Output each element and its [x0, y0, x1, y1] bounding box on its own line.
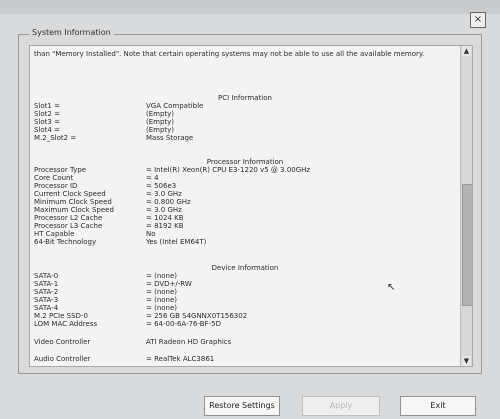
- pci-row: M.2_Slot2 = Mass Storage: [34, 134, 454, 142]
- processor-value: = Intel(R) Xeon(R) CPU E3-1220 v5 @ 3.00…: [146, 166, 311, 174]
- processor-row: 64-Bit Technology Yes (Intel EM64T): [34, 238, 454, 246]
- processor-value: = 3.0 GHz: [146, 206, 182, 214]
- pci-value: (Empty): [146, 118, 175, 126]
- processor-label: Processor L2 Cache: [34, 214, 103, 222]
- pci-row: Slot4 = (Empty): [34, 126, 454, 134]
- processor-value: = 1024 KB: [146, 214, 184, 222]
- panel-title: System Information: [29, 28, 114, 37]
- device-label: Audio Controller: [34, 355, 91, 363]
- device-value: = 64-00-6A-76-BF-5D: [146, 320, 221, 328]
- processor-row: Processor L3 Cache = 8192 KB: [34, 222, 454, 230]
- pci-value: (Empty): [146, 110, 175, 118]
- processor-label: Maximum Clock Speed: [34, 206, 114, 214]
- device-row: M.2 PCIe SSD-0 = 256 GB S4GNNX0T156302: [34, 312, 454, 320]
- memory-note: than "Memory Installed". Note that certa…: [34, 50, 425, 58]
- processor-row: Minimum Clock Speed = 0.800 GHz: [34, 198, 454, 206]
- device-value: = (none): [146, 272, 178, 280]
- pci-value: Mass Storage: [146, 134, 194, 142]
- exit-button[interactable]: Exit: [400, 396, 476, 416]
- processor-value: = 0.800 GHz: [146, 198, 191, 206]
- device-value: = (none): [146, 304, 178, 312]
- device-value: = (none): [146, 296, 178, 304]
- processor-value: = 506e3: [146, 182, 177, 190]
- pci-section-title: PCI Information: [218, 94, 272, 102]
- pci-label: Slot4 =: [34, 126, 60, 134]
- processor-label: Processor ID: [34, 182, 78, 190]
- pci-label: Slot1 =: [34, 102, 60, 110]
- processor-row: Current Clock Speed = 3.0 GHz: [34, 190, 454, 198]
- device-row: SATA-0 = (none): [34, 272, 454, 280]
- pci-label: Slot2 =: [34, 110, 60, 118]
- device-value: = DVD+/-RW: [146, 280, 192, 288]
- device-label: M.2 PCIe SSD-0: [34, 312, 88, 320]
- processor-label: Minimum Clock Speed: [34, 198, 112, 206]
- pci-label: M.2_Slot2 =: [34, 134, 77, 142]
- processor-row: HT Capable No: [34, 230, 454, 238]
- device-label: LOM MAC Address: [34, 320, 98, 328]
- device-row: SATA-3 = (none): [34, 296, 454, 304]
- device-value: ATI Radeon HD Graphics: [146, 338, 232, 346]
- processor-label: HT Capable: [34, 230, 75, 238]
- apply-button[interactable]: Apply: [302, 396, 380, 416]
- close-button[interactable]: ×: [470, 12, 486, 28]
- processor-row: Core Count = 4: [34, 174, 454, 182]
- device-row: Video Controller ATI Radeon HD Graphics: [34, 338, 454, 346]
- pci-row: Slot3 = (Empty): [34, 118, 454, 126]
- pci-value: VGA Compatible: [146, 102, 204, 110]
- processor-label: Processor L3 Cache: [34, 222, 103, 230]
- processor-value: No: [146, 230, 156, 238]
- scroll-up-arrow[interactable]: ▲: [462, 46, 471, 56]
- processor-value: = 4: [146, 174, 159, 182]
- system-information-panel: System Information than "Memory Installe…: [18, 28, 482, 374]
- processor-label: 64-Bit Technology: [34, 238, 97, 246]
- device-label: Video Controller: [34, 338, 91, 346]
- processor-label: Core Count: [34, 174, 74, 182]
- device-row: LOM MAC Address = 64-00-6A-76-BF-5D: [34, 320, 454, 328]
- processor-value: Yes (Intel EM64T): [146, 238, 207, 246]
- scrollbar-thumb[interactable]: [462, 184, 472, 306]
- processor-value: = 3.0 GHz: [146, 190, 182, 198]
- processor-label: Processor Type: [34, 166, 87, 174]
- processor-label: Current Clock Speed: [34, 190, 106, 198]
- pci-row: Slot2 = (Empty): [34, 110, 454, 118]
- device-value: = (none): [146, 288, 178, 296]
- device-row: SATA-4 = (none): [34, 304, 454, 312]
- device-label: SATA-3: [34, 296, 59, 304]
- processor-row: Processor ID = 506e3: [34, 182, 454, 190]
- device-section-title: Device Information: [211, 264, 279, 272]
- processor-row: Processor L2 Cache = 1024 KB: [34, 214, 454, 222]
- device-value: = 256 GB S4GNNX0T156302: [146, 312, 248, 320]
- processor-section-title: Processor Information: [206, 158, 284, 166]
- info-content: than "Memory Installed". Note that certa…: [30, 46, 460, 366]
- device-label: SATA-4: [34, 304, 59, 312]
- restore-settings-button[interactable]: Restore Settings: [204, 396, 280, 416]
- device-row: Audio Controller = RealTek ALC3861: [34, 355, 454, 363]
- device-value: = RealTek ALC3861: [146, 355, 215, 363]
- vertical-scrollbar[interactable]: ▲ ▼: [460, 46, 472, 366]
- mouse-cursor-icon: ↖: [387, 282, 396, 293]
- info-scroll-area[interactable]: than "Memory Installed". Note that certa…: [29, 45, 473, 367]
- processor-value: = 8192 KB: [146, 222, 184, 230]
- pci-row: Slot1 = VGA Compatible: [34, 102, 454, 110]
- processor-row: Processor Type = Intel(R) Xeon(R) CPU E3…: [34, 166, 454, 174]
- device-label: SATA-2: [34, 288, 59, 296]
- processor-row: Maximum Clock Speed = 3.0 GHz: [34, 206, 454, 214]
- pci-label: Slot3 =: [34, 118, 60, 126]
- title-bar: [0, 0, 500, 14]
- pci-value: (Empty): [146, 126, 175, 134]
- scroll-down-arrow[interactable]: ▼: [462, 356, 471, 366]
- device-label: SATA-0: [34, 272, 59, 280]
- device-label: SATA-1: [34, 280, 59, 288]
